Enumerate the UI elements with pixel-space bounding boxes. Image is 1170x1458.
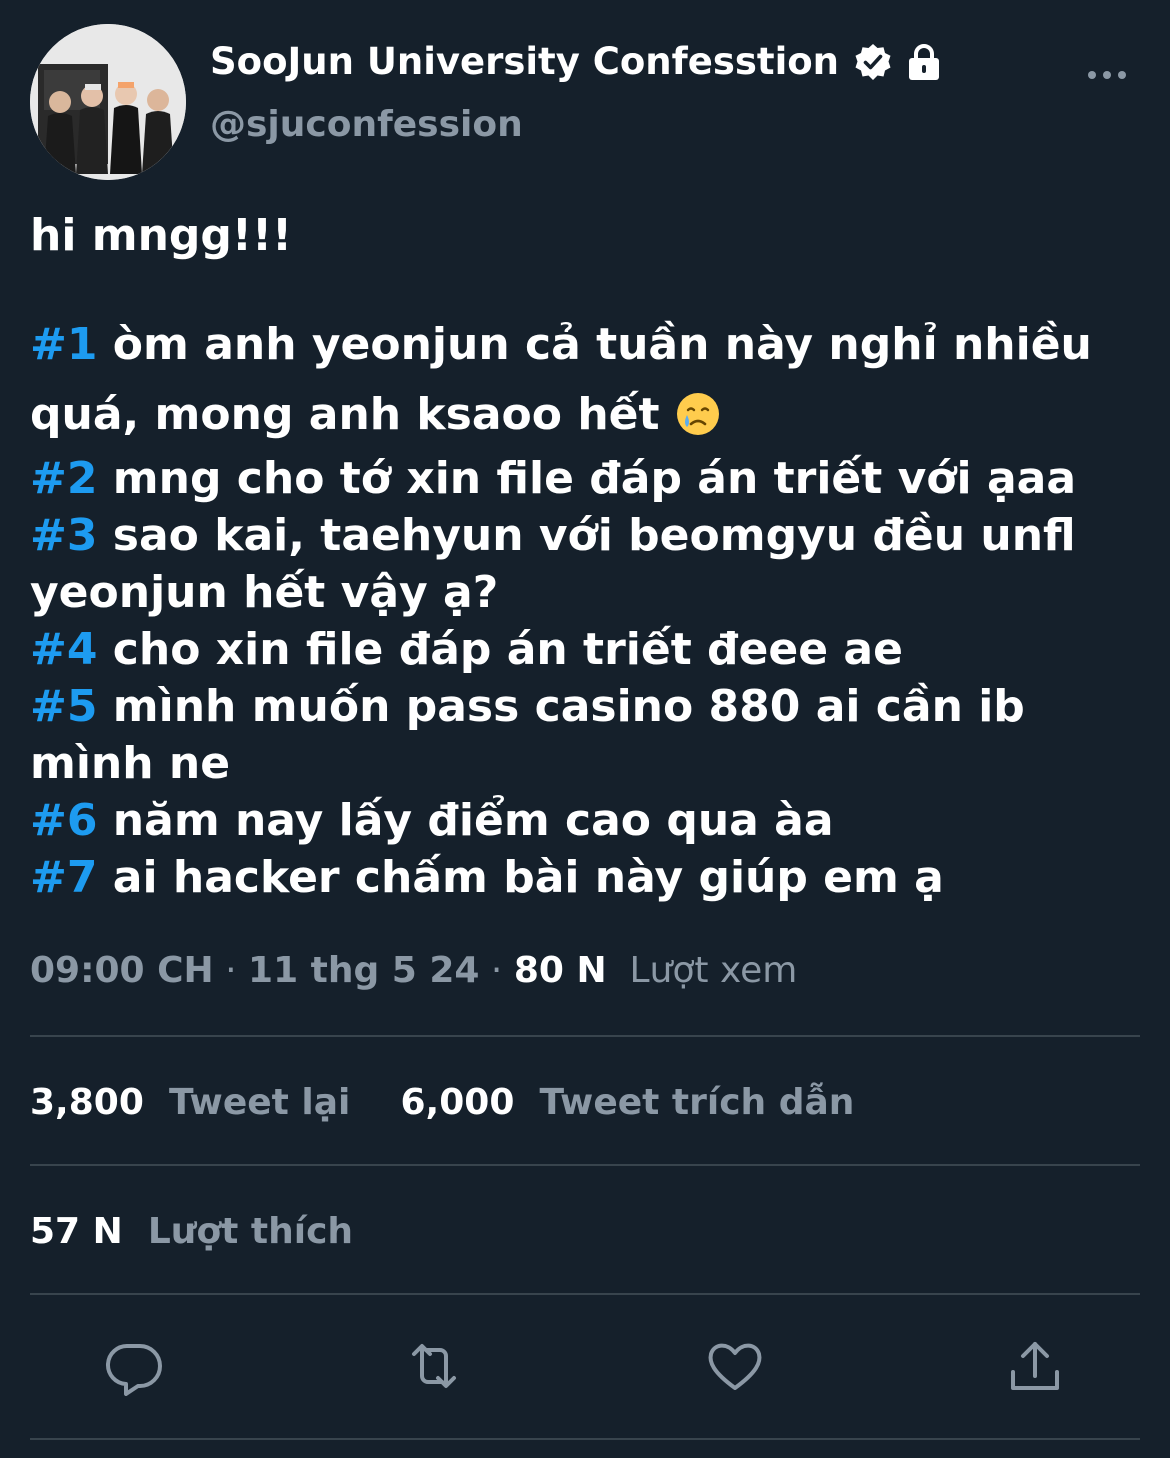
avatar[interactable] <box>30 24 186 180</box>
tweet-detail-page: SooJun University Confesstion @sjuconfes… <box>0 0 1170 1458</box>
tweet-line: #5 mình muốn pass casino 880 ai cần ib <box>30 678 1140 735</box>
retweets-label: Tweet lại <box>168 1082 351 1123</box>
tweet-line-text: yeonjun hết vậy ạ? <box>30 567 499 618</box>
tweet-line: mình ne <box>30 735 1140 792</box>
tweet-text: hi mngg!!! #1 òm anh yeonjun cả tuần này… <box>30 200 1140 906</box>
retweet-icon[interactable] <box>404 1336 464 1396</box>
user-handle[interactable]: @sjuconfession <box>210 104 523 145</box>
retweets-count: 3,800 <box>30 1082 144 1123</box>
tweet-line-text: quá, mong anh ksaoo hết <box>30 389 675 440</box>
tweet-line: #6 năm nay lấy điểm cao qua àa <box>30 792 1140 849</box>
verified-badge-icon <box>853 42 893 82</box>
hashtag-link[interactable]: #7 <box>30 852 97 903</box>
tweet-line: #2 mng cho tớ xin file đáp án triết với … <box>30 450 1140 507</box>
likes-count: 57 N <box>30 1211 123 1252</box>
hashtag-link[interactable]: #4 <box>30 624 97 675</box>
retweets-stat[interactable]: 3,800 Tweet lại <box>30 1082 350 1123</box>
tweet-line-text: năm nay lấy điểm cao qua àa <box>97 795 834 846</box>
display-name-row[interactable]: SooJun University Confesstion <box>210 40 943 83</box>
meta-separator: · <box>479 950 514 991</box>
meta-separator: · <box>213 950 249 991</box>
like-icon[interactable] <box>705 1336 765 1396</box>
tweet-line-text: cho xin file đáp án triết đeee ae <box>97 624 903 675</box>
tweet-meta: 09:00 CH · 11 thg 5 24 · 80 N Lượt xem <box>30 950 797 991</box>
tweet-line: quá, mong anh ksaoo hết <box>30 380 1140 450</box>
tweet-line-text: hi mngg!!! <box>30 210 293 261</box>
views-count: 80 N <box>513 950 607 991</box>
engagement-stats-row: 3,800 Tweet lại 6,000 Tweet trích dẫn <box>30 1082 854 1123</box>
tweet-line: yeonjun hết vậy ạ? <box>30 564 1140 621</box>
tweet-time[interactable]: 09:00 CH <box>30 950 214 991</box>
hashtag-link[interactable]: #1 <box>30 319 97 370</box>
reply-icon[interactable] <box>104 1336 164 1396</box>
group-photo-image <box>30 24 186 180</box>
tweet-line-text: òm anh yeonjun cả tuần này nghỉ nhiều <box>97 319 1092 370</box>
tweet-line: #1 òm anh yeonjun cả tuần này nghỉ nhiều <box>30 310 1140 380</box>
lock-icon <box>905 42 943 82</box>
quotes-stat[interactable]: 6,000 Tweet trích dẫn <box>401 1082 855 1123</box>
hashtag-link[interactable]: #6 <box>30 795 97 846</box>
tweet-line-text: mng cho tớ xin file đáp án triết với ạaa <box>97 453 1077 504</box>
tweet-line: hi mngg!!! <box>30 200 1140 272</box>
hashtag-link[interactable]: #2 <box>30 453 97 504</box>
hashtag-link[interactable]: #5 <box>30 681 97 732</box>
tweet-date[interactable]: 11 thg 5 24 <box>248 950 479 991</box>
tweet-line-text: ai hacker chấm bài này giúp em ạ <box>97 852 944 903</box>
tweet-line-text: mình muốn pass casino 880 ai cần ib <box>97 681 1025 732</box>
more-options-icon[interactable] <box>1086 60 1128 90</box>
tweet-line-text: sao kai, taehyun với beomgyu đều unfl <box>97 510 1076 561</box>
quotes-count: 6,000 <box>400 1082 515 1123</box>
tweet-line: #7 ai hacker chấm bài này giúp em ạ <box>30 849 1140 906</box>
divider <box>30 1293 1140 1295</box>
quotes-label: Tweet trích dẫn <box>539 1082 855 1123</box>
display-name[interactable]: SooJun University Confesstion <box>210 40 839 83</box>
tweet-line-text: mình ne <box>30 738 231 789</box>
divider <box>30 1438 1140 1440</box>
tweet-line: #3 sao kai, taehyun với beomgyu đều unfl <box>30 507 1140 564</box>
likes-stat[interactable]: 57 N Lượt thích <box>30 1211 353 1252</box>
views-label: Lượt xem <box>629 950 798 991</box>
divider <box>30 1164 1140 1166</box>
crying-face-emoji-icon <box>675 388 721 435</box>
divider <box>30 1035 1140 1037</box>
share-icon[interactable] <box>1005 1336 1065 1396</box>
tweet-line: #4 cho xin file đáp án triết đeee ae <box>30 621 1140 678</box>
hashtag-link[interactable]: #3 <box>30 510 97 561</box>
likes-label: Lượt thích <box>147 1211 354 1252</box>
